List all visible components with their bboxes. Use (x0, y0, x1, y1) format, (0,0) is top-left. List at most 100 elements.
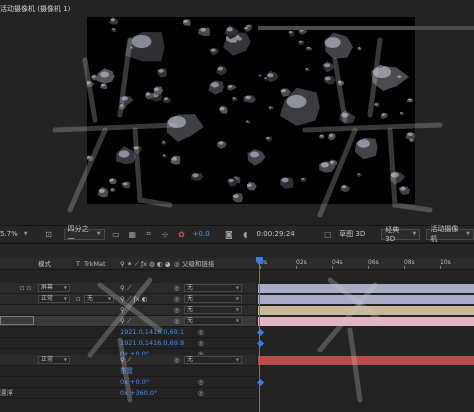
asteroid-highlight (390, 172, 399, 178)
column-parent-link[interactable]: 父级和链接 (182, 258, 215, 270)
color-channel-icon[interactable]: ✿ (176, 229, 186, 240)
work-area-bar[interactable] (258, 26, 474, 30)
guides-icon[interactable]: ⊹ (160, 229, 170, 240)
parent-pickwhip-icon[interactable]: ◎ (174, 294, 180, 304)
parent-pickwhip-icon[interactable]: ◎ (174, 283, 180, 293)
mode-select[interactable]: 正常 ▼ (38, 356, 70, 364)
view-layout-select[interactable]: 经典 3D ▼ (381, 226, 421, 243)
pickwhip-icon[interactable]: ◎ (198, 327, 204, 337)
layer-name-field[interactable] (0, 316, 34, 325)
layer-row[interactable]: ⚲ ◎ 无 ▼ (0, 305, 256, 316)
asteroid-highlight (245, 95, 251, 100)
parent-select[interactable]: 无 ▼ (184, 284, 242, 292)
parent-select[interactable]: 无 ▼ (184, 356, 242, 364)
layer-duration-bar[interactable] (258, 284, 474, 293)
asteroid-field-render (87, 17, 415, 203)
playhead-line[interactable] (259, 257, 260, 412)
asteroid-highlight (379, 65, 382, 67)
pickwhip-icon[interactable]: ◎ (198, 377, 204, 387)
layer-duration-bar[interactable] (258, 306, 474, 315)
region-of-interest-icon[interactable]: ▭ (111, 229, 121, 240)
asteroid-highlight (397, 75, 402, 78)
column-t[interactable]: T (76, 258, 80, 270)
property-row[interactable]: 0x +0.0° ◎ (0, 377, 256, 388)
time-ruler[interactable]: 0s 02s 04s 06s 08s 10s (256, 258, 474, 270)
asteroid-highlight (330, 160, 335, 164)
asteroid-highlight (305, 67, 308, 70)
column-mode[interactable]: 模式 (38, 258, 51, 270)
layer-row[interactable]: ▫ ▫ 屏幕 ▼ ⚲ ⟋ ◎ 无 ▼ (0, 283, 256, 294)
exposure-value[interactable]: +0.0 (193, 230, 210, 238)
ruler-tick (440, 266, 441, 269)
property-value[interactable]: 0x +0.0° (120, 377, 149, 387)
layer-row-selected[interactable]: ⚲ ⟋ ◎ 无 ▼ (0, 316, 256, 327)
snapshot-camera-icon[interactable]: ◙ (224, 229, 234, 240)
mask-visibility-icon[interactable]: ⌗ (143, 229, 153, 240)
parent-pickwhip-icon[interactable]: ◎ (174, 355, 180, 365)
camera-view-select[interactable]: 活动摄像机 ▼ (426, 225, 474, 243)
viewer-tab-title[interactable]: 活动摄像机 (摄像机 1) (0, 3, 74, 15)
asteroid-highlight (357, 173, 360, 175)
ruler-time-label: 06s (368, 259, 379, 266)
layer-duration-bar[interactable] (258, 356, 474, 365)
asteroid-highlight (200, 27, 207, 32)
layer-row[interactable]: 正常 ▼ ▫ 无 ▼ ⚲ ⟋ ƒx ◐ ◎ 无 ▼ (0, 294, 256, 305)
asteroid-highlight (121, 96, 128, 101)
asteroid-highlight (133, 146, 139, 150)
chevron-down-icon: ▼ (23, 231, 28, 237)
asteroid-highlight (408, 98, 411, 101)
layer-switches[interactable]: ⚲ ⟋ ƒx ◐ (120, 294, 147, 304)
draft-3d-icon[interactable]: ▢ (323, 229, 333, 240)
trkmat-value: 无 (87, 295, 94, 302)
fit-view-icon[interactable]: ⊡ (43, 229, 53, 240)
asteroid-highlight (324, 63, 331, 68)
property-value[interactable]: 1921.0,1416.0,69.8 (120, 338, 184, 348)
asteroid-highlight (301, 177, 305, 180)
asteroid-highlight (110, 18, 115, 22)
chevron-down-icon: ▼ (235, 307, 239, 312)
layer-switches[interactable]: ⚲ ⟋ (120, 355, 131, 365)
asteroid-highlight (288, 30, 293, 34)
asteroid-highlight (130, 46, 133, 48)
show-snapshot-icon[interactable]: ◖ (240, 229, 250, 240)
layer-switches[interactable]: ⚲ ⟋ (120, 283, 131, 293)
trkmat-select[interactable]: 无 ▼ (84, 295, 114, 303)
preserve-transparency-toggle[interactable]: ▫ (76, 294, 80, 304)
asteroid-highlight (218, 141, 224, 145)
property-row[interactable]: 1921.0,1416.0,69.8 ◎ (0, 338, 256, 349)
property-value[interactable]: 0x +360.0° (120, 388, 157, 398)
pickwhip-icon[interactable]: ◎ (198, 338, 204, 348)
asteroid-highlight (226, 27, 233, 32)
property-row[interactable]: 1921.0,1416.0,69.1 ◎ (0, 327, 256, 338)
layer-switches[interactable]: ⚲ (120, 305, 125, 315)
zoom-level[interactable]: 5.7% (0, 230, 18, 238)
transparency-grid-icon[interactable]: ▦ (127, 229, 137, 240)
layer-duration-bar[interactable] (258, 295, 474, 304)
parent-select[interactable]: 无 ▼ (184, 317, 242, 325)
property-value[interactable]: 1921.0,1416.0,69.1 (120, 327, 184, 337)
layer-row[interactable]: 正常 ▼ ⚲ ⟋ ◎ 无 ▼ (0, 355, 256, 366)
layer-switches[interactable]: ⚲ ⟋ (120, 316, 131, 326)
parent-pickwhip-icon[interactable]: ◎ (174, 316, 180, 326)
mode-select[interactable]: 正常 ▼ (38, 295, 70, 303)
property-row[interactable]: 漂浮 0x +360.0° ◎ (0, 388, 256, 399)
parent-select[interactable]: 无 ▼ (184, 306, 242, 314)
asteroid-highlight (374, 103, 378, 106)
parent-pickwhip-icon[interactable]: ◎ (174, 305, 180, 315)
reset-link[interactable]: 重置 (120, 366, 133, 376)
asteroid-highlight (342, 185, 347, 189)
pickwhip-icon[interactable]: ◎ (198, 388, 204, 398)
layer-switch-icons[interactable]: ▫ ▫ (20, 283, 31, 293)
renderer-label[interactable]: 草图 3D (339, 229, 365, 239)
parent-select[interactable]: 无 ▼ (184, 295, 242, 303)
zoom-select[interactable]: ▼ (24, 229, 33, 240)
mode-select[interactable]: 屏幕 ▼ (38, 284, 70, 292)
current-timecode[interactable]: 0:00:29:24 (256, 230, 294, 238)
layer-duration-bar[interactable] (258, 317, 474, 326)
asteroid-highlight (163, 97, 168, 101)
column-trkmat[interactable]: TrkMat (84, 258, 106, 270)
composition-preview[interactable] (87, 17, 415, 204)
property-row[interactable]: 重置 (0, 366, 256, 377)
resolution-select[interactable]: 四分之一 ▼ (63, 225, 105, 243)
parent-value: 无 (187, 284, 194, 291)
